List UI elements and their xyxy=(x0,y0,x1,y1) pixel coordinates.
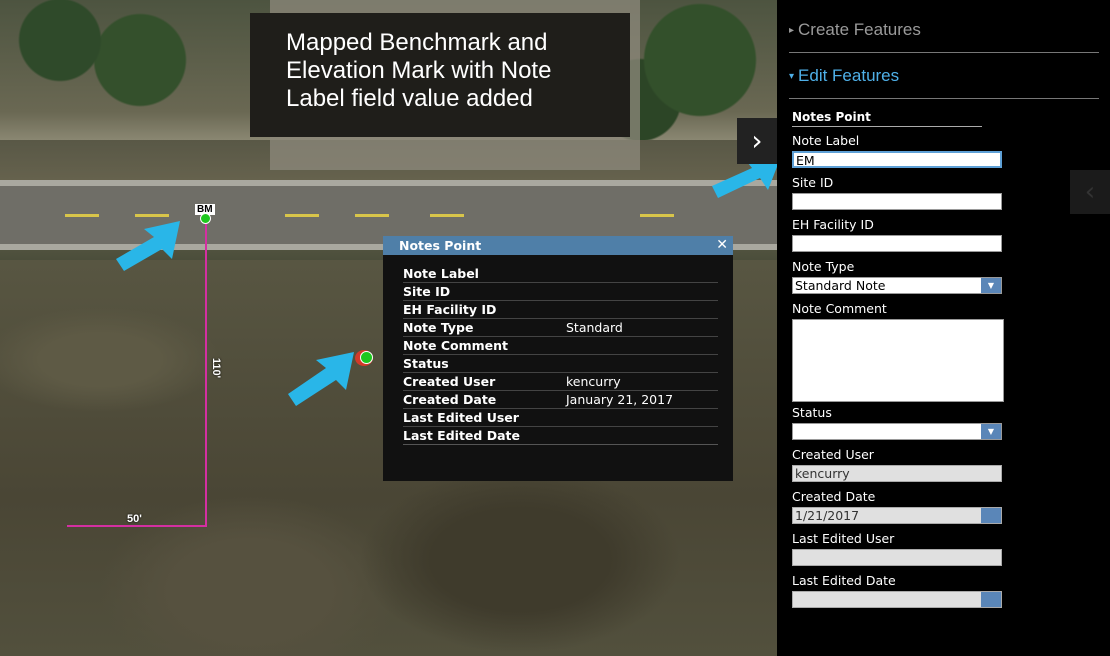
dimension-line-vertical xyxy=(205,218,207,527)
calendar-icon[interactable] xyxy=(981,592,1001,607)
lane-marking xyxy=(355,214,389,217)
list-item: Last Edited Date xyxy=(403,427,718,445)
last-edited-date-field xyxy=(792,591,1002,608)
dimension-label-horizontal: 50' xyxy=(127,513,142,525)
created-user-field: kencurry xyxy=(792,465,1002,482)
map-view[interactable]: Mapped Benchmark and Elevation Mark with… xyxy=(0,0,777,656)
field-label: Created Date xyxy=(792,489,876,504)
last-edited-user-field xyxy=(792,549,1002,566)
edit-features-header[interactable]: ▾ Edit Features xyxy=(789,54,1099,99)
list-item: Created Date January 21, 2017 xyxy=(403,391,718,409)
note-label-input[interactable]: EM xyxy=(792,151,1002,168)
annotation-banner: Mapped Benchmark and Elevation Mark with… xyxy=(250,13,630,137)
dimension-label-vertical: 110' xyxy=(210,357,223,379)
field-label: Note Comment xyxy=(792,301,887,316)
attribute-value: kencurry xyxy=(566,374,621,389)
attribute-value: January 21, 2017 xyxy=(566,392,674,407)
attribute-key: Site ID xyxy=(403,284,451,299)
eh-facility-id-input[interactable] xyxy=(792,235,1002,252)
chevron-right-icon: › xyxy=(751,124,763,157)
form-title: Notes Point xyxy=(792,108,982,127)
lane-marking xyxy=(430,214,464,217)
site-id-input[interactable] xyxy=(792,193,1002,210)
list-item: Created User kencurry xyxy=(403,373,718,391)
edit-features-label: Edit Features xyxy=(798,66,900,85)
banner-line: Elevation Mark with Note xyxy=(286,57,552,84)
dimension-line-horizontal xyxy=(67,525,207,527)
attribute-value: Standard xyxy=(566,320,623,335)
chevron-left-icon: ‹ xyxy=(1084,177,1096,207)
close-icon[interactable]: ✕ xyxy=(716,236,728,255)
list-item: Site ID xyxy=(403,283,718,301)
list-item: Last Edited User xyxy=(403,409,718,427)
elevation-mark-point[interactable] xyxy=(360,351,373,364)
dropdown-arrow-icon[interactable]: ▼ xyxy=(981,278,1001,293)
attribute-key: Last Edited User xyxy=(403,410,519,425)
list-item: EH Facility ID xyxy=(403,301,718,319)
edit-panel: ▸ Create Features ▾ Edit Features Notes Po… xyxy=(777,0,1110,656)
note-comment-textarea[interactable] xyxy=(792,319,1004,402)
create-features-label: Create Features xyxy=(798,20,921,39)
benchmark-point[interactable] xyxy=(200,213,211,224)
note-type-value: Standard Note xyxy=(795,278,886,293)
attribute-key: Status xyxy=(403,356,449,371)
attribute-key: Last Edited Date xyxy=(403,428,520,443)
list-item: Status xyxy=(403,355,718,373)
created-date-field: 1/21/2017 xyxy=(792,507,1002,524)
field-label: Status xyxy=(792,405,832,420)
caret-right-icon: ▸ xyxy=(789,24,795,36)
popup-attribute-list: Note Label Site ID EH Facility ID Note T… xyxy=(383,255,733,445)
banner-line: Label field value added xyxy=(286,85,533,112)
field-label: Last Edited Date xyxy=(792,573,896,588)
identify-popup: Notes Point ✕ Note Label Site ID EH Faci… xyxy=(383,236,733,481)
attribute-key: Created User xyxy=(403,374,496,389)
attribute-key: EH Facility ID xyxy=(403,302,497,317)
list-item: Note Type Standard xyxy=(403,319,718,337)
collapse-panel-button[interactable]: › xyxy=(737,118,777,164)
note-type-select[interactable]: Standard Note ▼ xyxy=(792,277,1002,294)
popup-header: Notes Point ✕ xyxy=(383,236,733,255)
lane-marking xyxy=(285,214,319,217)
field-label: Note Label xyxy=(792,133,860,148)
callout-arrow-icon xyxy=(116,221,180,271)
field-label: Created User xyxy=(792,447,874,462)
calendar-icon[interactable] xyxy=(981,508,1001,523)
caret-down-icon: ▾ xyxy=(789,70,795,82)
attribute-key: Note Type xyxy=(403,320,474,335)
popup-title: Notes Point xyxy=(399,238,482,253)
field-label: Note Type xyxy=(792,259,855,274)
field-label: EH Facility ID xyxy=(792,217,874,232)
attribute-key: Created Date xyxy=(403,392,497,407)
list-item: Note Comment xyxy=(403,337,718,355)
dropdown-arrow-icon[interactable]: ▼ xyxy=(981,424,1001,439)
field-label: Last Edited User xyxy=(792,531,895,546)
lane-marking xyxy=(640,214,674,217)
created-date-value: 1/21/2017 xyxy=(795,508,860,523)
list-item: Note Label xyxy=(403,265,718,283)
attribute-key: Note Label xyxy=(403,266,479,281)
field-label: Site ID xyxy=(792,175,834,190)
status-select[interactable]: ▼ xyxy=(792,423,1002,440)
callout-arrow-icon xyxy=(288,352,354,406)
banner-line: Mapped Benchmark and xyxy=(286,29,548,56)
lane-marking xyxy=(65,214,99,217)
side-tab-button[interactable]: ‹ xyxy=(1070,170,1110,214)
attribute-key: Note Comment xyxy=(403,338,509,353)
create-features-header[interactable]: ▸ Create Features xyxy=(789,8,1099,53)
